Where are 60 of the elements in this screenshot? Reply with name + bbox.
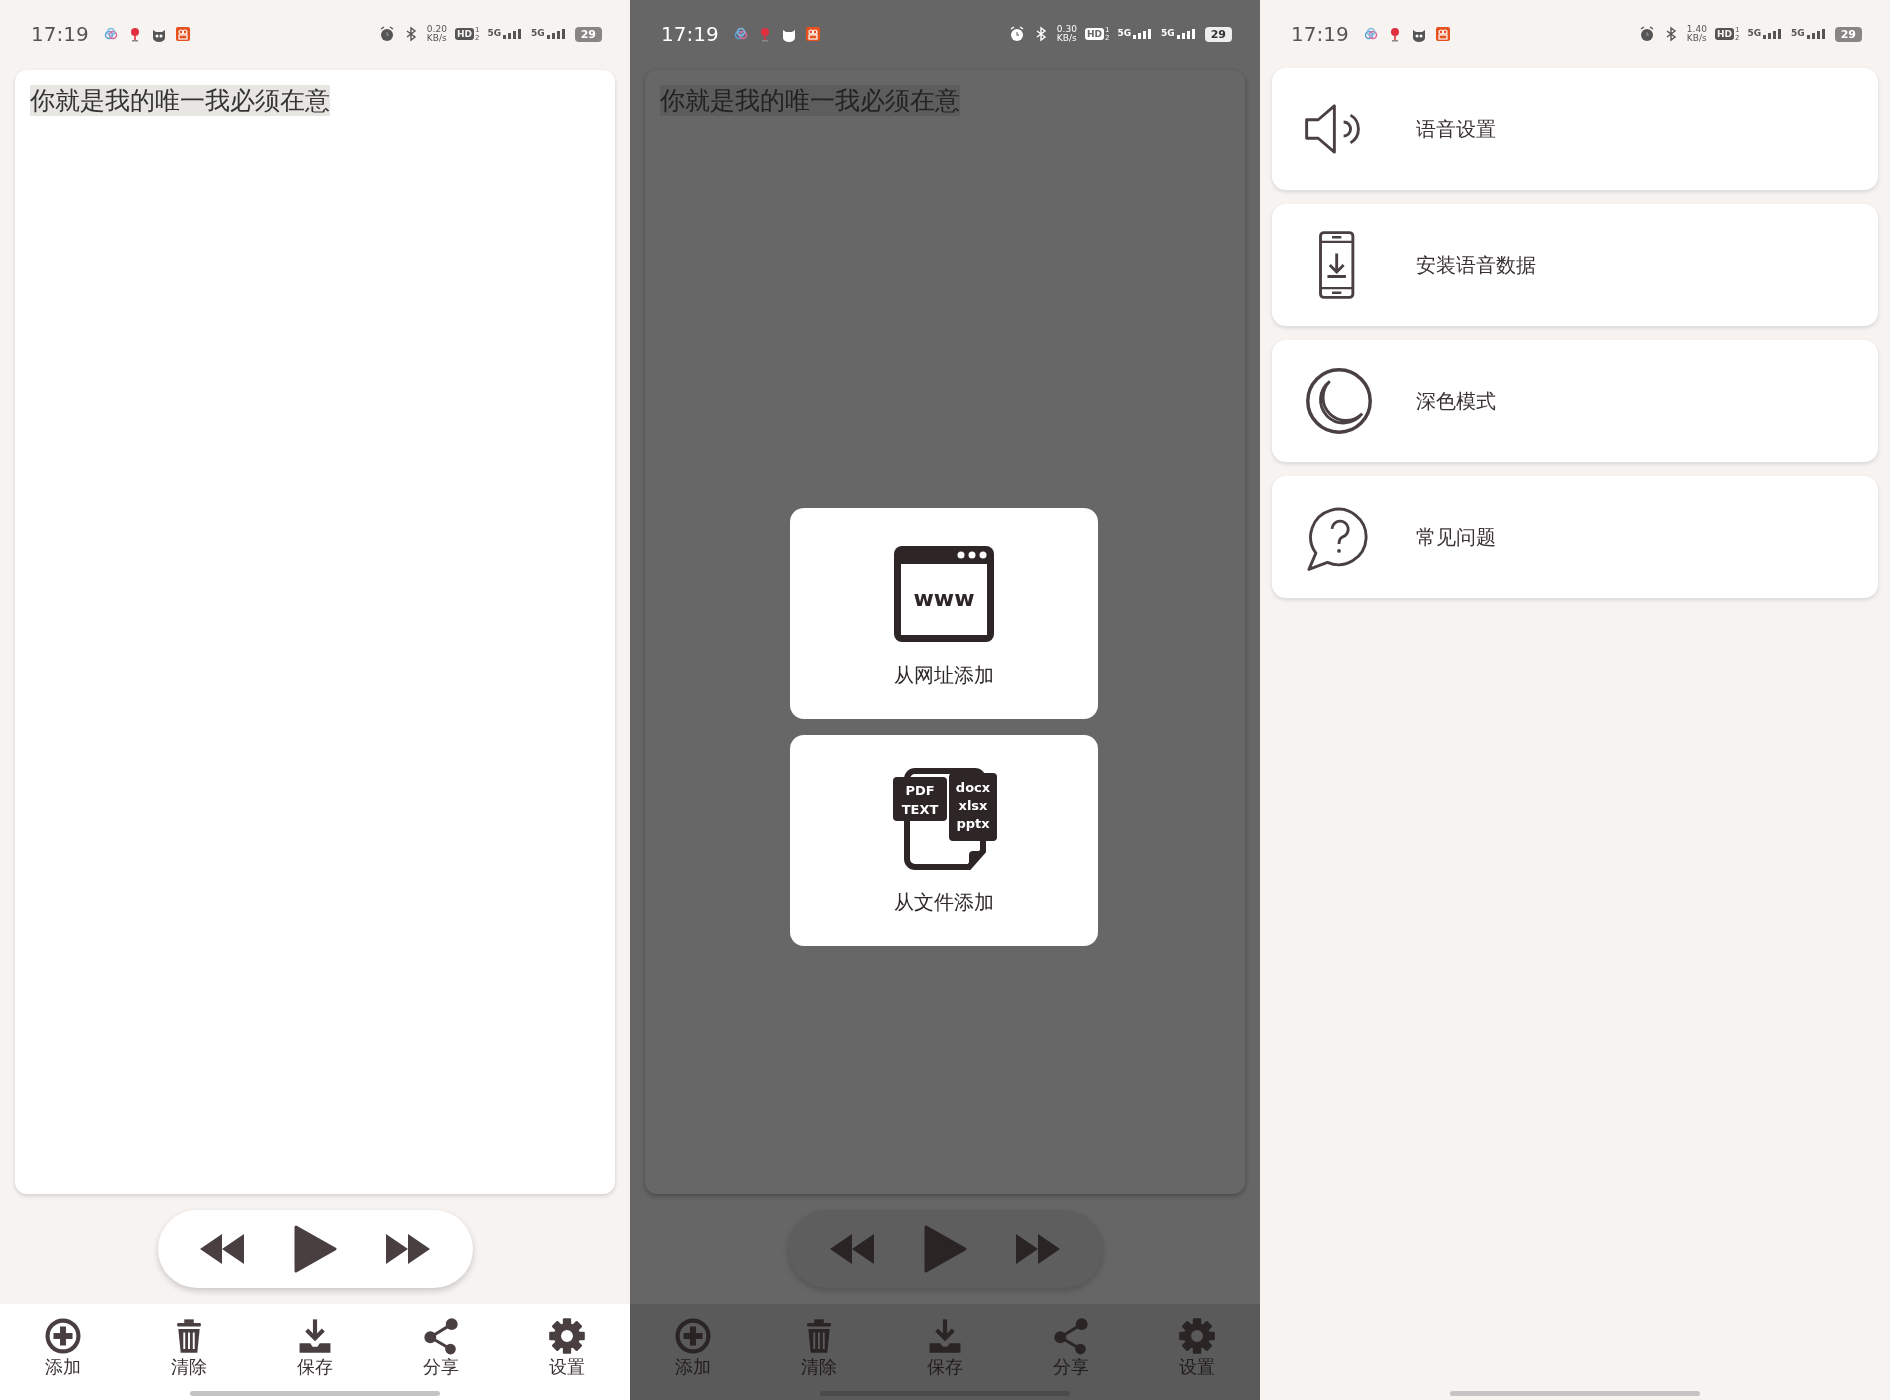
text-editor[interactable]: 你就是我的唯一我必须在意	[15, 70, 615, 1194]
alarm-icon	[1008, 26, 1025, 42]
signal-icon	[1133, 29, 1154, 39]
settings-label: 深色模式	[1416, 387, 1496, 415]
status-time: 17:19	[661, 22, 719, 46]
share-icon	[422, 1317, 460, 1355]
rings-icon	[732, 26, 749, 42]
network-type: 5G	[487, 29, 502, 38]
option-label: 从文件添加	[894, 889, 994, 916]
editor-text: 你就是我的唯一我必须在意	[660, 85, 960, 116]
settings-icon	[548, 1317, 586, 1355]
signal-icon	[1806, 29, 1827, 39]
settings-item[interactable]: 语音设置	[1272, 68, 1878, 190]
signal-icon	[1763, 29, 1784, 39]
settings-item[interactable]: 常见问题	[1272, 476, 1878, 598]
status-time: 17:19	[31, 22, 89, 46]
toolbar-button[interactable]: 分享	[378, 1317, 504, 1379]
alarm-icon	[1638, 26, 1655, 42]
network-speed: 0.30 KB/s	[1056, 25, 1077, 43]
settings-label: 语音设置	[1416, 115, 1496, 143]
app-icon	[174, 26, 191, 42]
toolbar-button[interactable]: 添加	[0, 1317, 126, 1379]
settings-icon	[1178, 1317, 1216, 1355]
hd-badge: HD	[1714, 28, 1734, 40]
network-speed: 0.20 KB/s	[426, 25, 447, 43]
network-type: 5G	[1161, 29, 1175, 38]
editor-text: 你就是我的唯一我必须在意	[30, 85, 330, 116]
play-icon[interactable]	[293, 1225, 337, 1273]
plus-circle-icon	[674, 1317, 712, 1355]
signal-icon	[546, 29, 567, 39]
app-icon	[1434, 26, 1451, 42]
signal-icon	[1176, 29, 1197, 39]
battery-indicator: 29	[1834, 26, 1862, 42]
network-speed: 1.40 KB/s	[1686, 25, 1707, 43]
battery-indicator: 29	[574, 26, 602, 42]
rings-icon	[102, 26, 119, 42]
hd-badge: HD	[454, 28, 474, 40]
network-type: 5G	[531, 29, 545, 38]
toolbar-button[interactable]: 清除	[126, 1317, 252, 1379]
settings-item[interactable]: 深色模式	[1272, 340, 1878, 462]
battery-indicator: 29	[1204, 26, 1232, 42]
settings-label: 安装语音数据	[1416, 251, 1536, 279]
status-time: 17:19	[1291, 22, 1349, 46]
network-type: 5G	[1747, 29, 1762, 38]
rings-icon	[1362, 26, 1379, 42]
option-label: 从网址添加	[894, 662, 994, 689]
share-icon	[1052, 1317, 1090, 1355]
network-type: 5G	[1791, 29, 1805, 38]
alarm-icon	[378, 26, 395, 42]
settings-label: 常见问题	[1416, 523, 1496, 551]
signal-icon	[503, 29, 524, 39]
toolbar-button[interactable]: 保存	[252, 1317, 378, 1379]
hd-badge: HD	[1084, 28, 1104, 40]
toolbar-button[interactable]: 设置	[504, 1317, 630, 1379]
network-type: 5G	[1117, 29, 1132, 38]
add-option-card[interactable]: PDF TEXT docx xlsx pptx 从文件添加	[790, 735, 1098, 946]
add-option-card[interactable]: www 从网址添加	[790, 508, 1098, 719]
app-icon	[804, 26, 821, 42]
settings-item[interactable]: 安装语音数据	[1272, 204, 1878, 326]
plus-circle-icon	[44, 1317, 82, 1355]
